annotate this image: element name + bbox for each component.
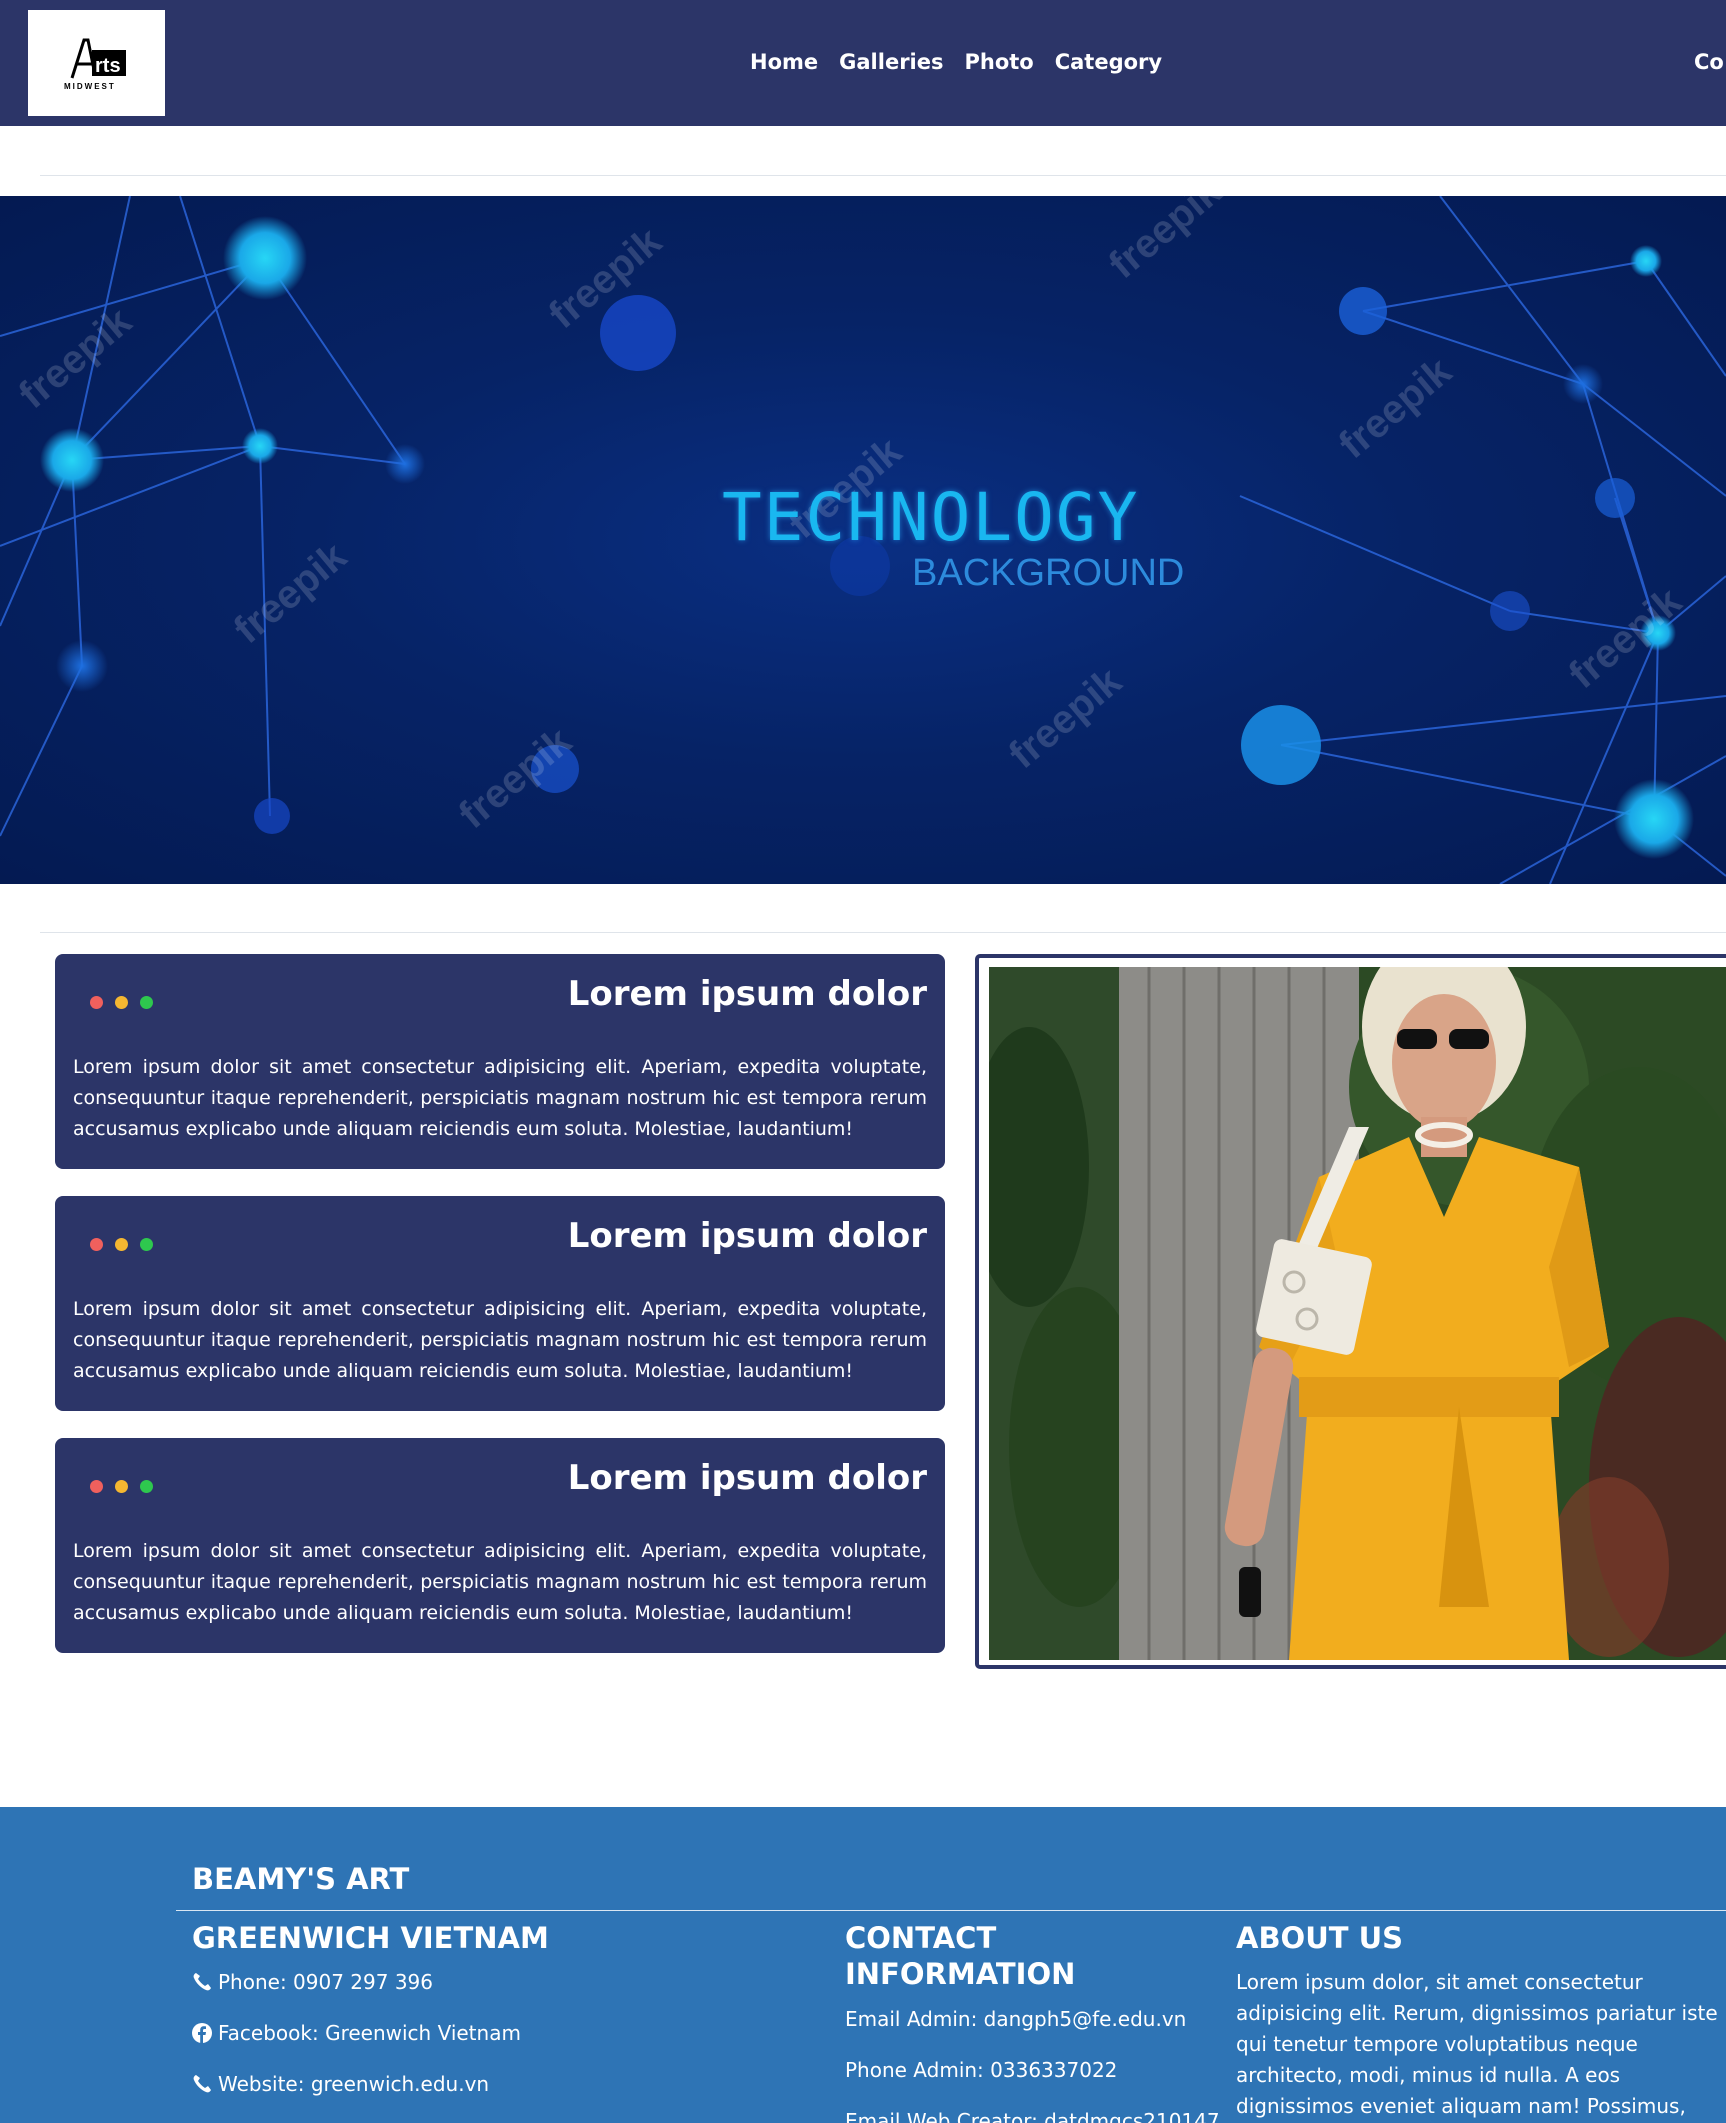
hero-banner: freepik freepik freepik freepik freepik … (0, 196, 1726, 884)
info-card: Lorem ipsum dolor Lorem ipsum dolor sit … (55, 1196, 945, 1411)
card-title: Lorem ipsum dolor (567, 1216, 927, 1256)
footer-facebook[interactable]: Facebook: Greenwich Vietnam (192, 2021, 521, 2045)
footer-heading-greenwich: GREENWICH VIETNAM (192, 1921, 549, 1955)
main-nav: Home Galleries Photo Category (750, 50, 1162, 74)
hero-subtitle: BACKGROUND (912, 552, 1185, 594)
green-dot-icon (140, 1480, 153, 1493)
divider (40, 932, 1726, 933)
nav-photo[interactable]: Photo (964, 50, 1033, 74)
footer-phone-text: Phone: 0907 297 396 (218, 1970, 434, 1994)
card-body: Lorem ipsum dolor sit amet consectetur a… (73, 1540, 927, 1624)
site-logo[interactable]: rts MIDWEST (28, 10, 165, 116)
red-dot-icon (90, 1480, 103, 1493)
red-dot-icon (90, 996, 103, 1009)
svg-text:rts: rts (95, 55, 121, 77)
yellow-dot-icon (115, 996, 128, 1009)
navbar: rts MIDWEST Home Galleries Photo Categor… (0, 0, 1726, 126)
fashion-photo-image (989, 967, 1726, 1660)
nav-category[interactable]: Category (1055, 50, 1162, 74)
card-title: Lorem ipsum dolor (567, 974, 927, 1014)
yellow-dot-icon (115, 1238, 128, 1251)
phone-icon (193, 1973, 211, 1991)
footer-website-text: Website: greenwich.edu.vn (218, 2072, 490, 2096)
arts-midwest-logo-icon: rts MIDWEST (64, 38, 126, 91)
yellow-dot-icon (115, 1480, 128, 1493)
nav-contact-partial[interactable]: Co (1694, 50, 1724, 74)
green-dot-icon (140, 1238, 153, 1251)
hero-title: TECHNOLOGY (722, 479, 1140, 556)
nav-home[interactable]: Home (750, 50, 818, 74)
footer-website[interactable]: Website: greenwich.edu.vn (192, 2072, 489, 2096)
phone-icon (193, 2075, 211, 2093)
footer-heading-about: ABOUT US (1236, 1921, 1404, 1955)
footer-admin-phone[interactable]: Phone Admin: 0336337022 (845, 2058, 1117, 2082)
window-dots (90, 1480, 153, 1493)
footer-phone[interactable]: Phone: 0907 297 396 (192, 1970, 433, 1994)
red-dot-icon (90, 1238, 103, 1251)
footer-facebook-text: Facebook: Greenwich Vietnam (218, 2021, 521, 2045)
featured-photo[interactable] (989, 967, 1726, 1660)
footer-about-text: Lorem ipsum dolor, sit amet consectetur … (1236, 1970, 1718, 2118)
footer-creator-email[interactable]: Email Web Creator: datdmgcs210147 (845, 2109, 1220, 2123)
footer-divider (176, 1910, 1726, 1911)
footer-heading-contact: CONTACT INFORMATION (845, 1921, 1076, 1991)
window-dots (90, 1238, 153, 1251)
footer-brand: BEAMY'S ART (192, 1862, 410, 1896)
footer-admin-email[interactable]: Email Admin: dangph5@fe.edu.vn (845, 2007, 1186, 2031)
info-card: Lorem ipsum dolor Lorem ipsum dolor sit … (55, 1438, 945, 1653)
facebook-icon (192, 2023, 212, 2043)
green-dot-icon (140, 996, 153, 1009)
divider (40, 175, 1726, 176)
nav-galleries[interactable]: Galleries (839, 50, 943, 74)
card-title: Lorem ipsum dolor (567, 1458, 927, 1498)
svg-text:MIDWEST: MIDWEST (64, 82, 116, 91)
window-dots (90, 996, 153, 1009)
featured-photo-frame (975, 954, 1726, 1669)
card-body: Lorem ipsum dolor sit amet consectetur a… (73, 1298, 927, 1382)
card-body: Lorem ipsum dolor sit amet consectetur a… (73, 1056, 927, 1140)
info-card: Lorem ipsum dolor Lorem ipsum dolor sit … (55, 954, 945, 1169)
footer: BEAMY'S ART GREENWICH VIETNAM Phone: 090… (0, 1807, 1726, 2123)
